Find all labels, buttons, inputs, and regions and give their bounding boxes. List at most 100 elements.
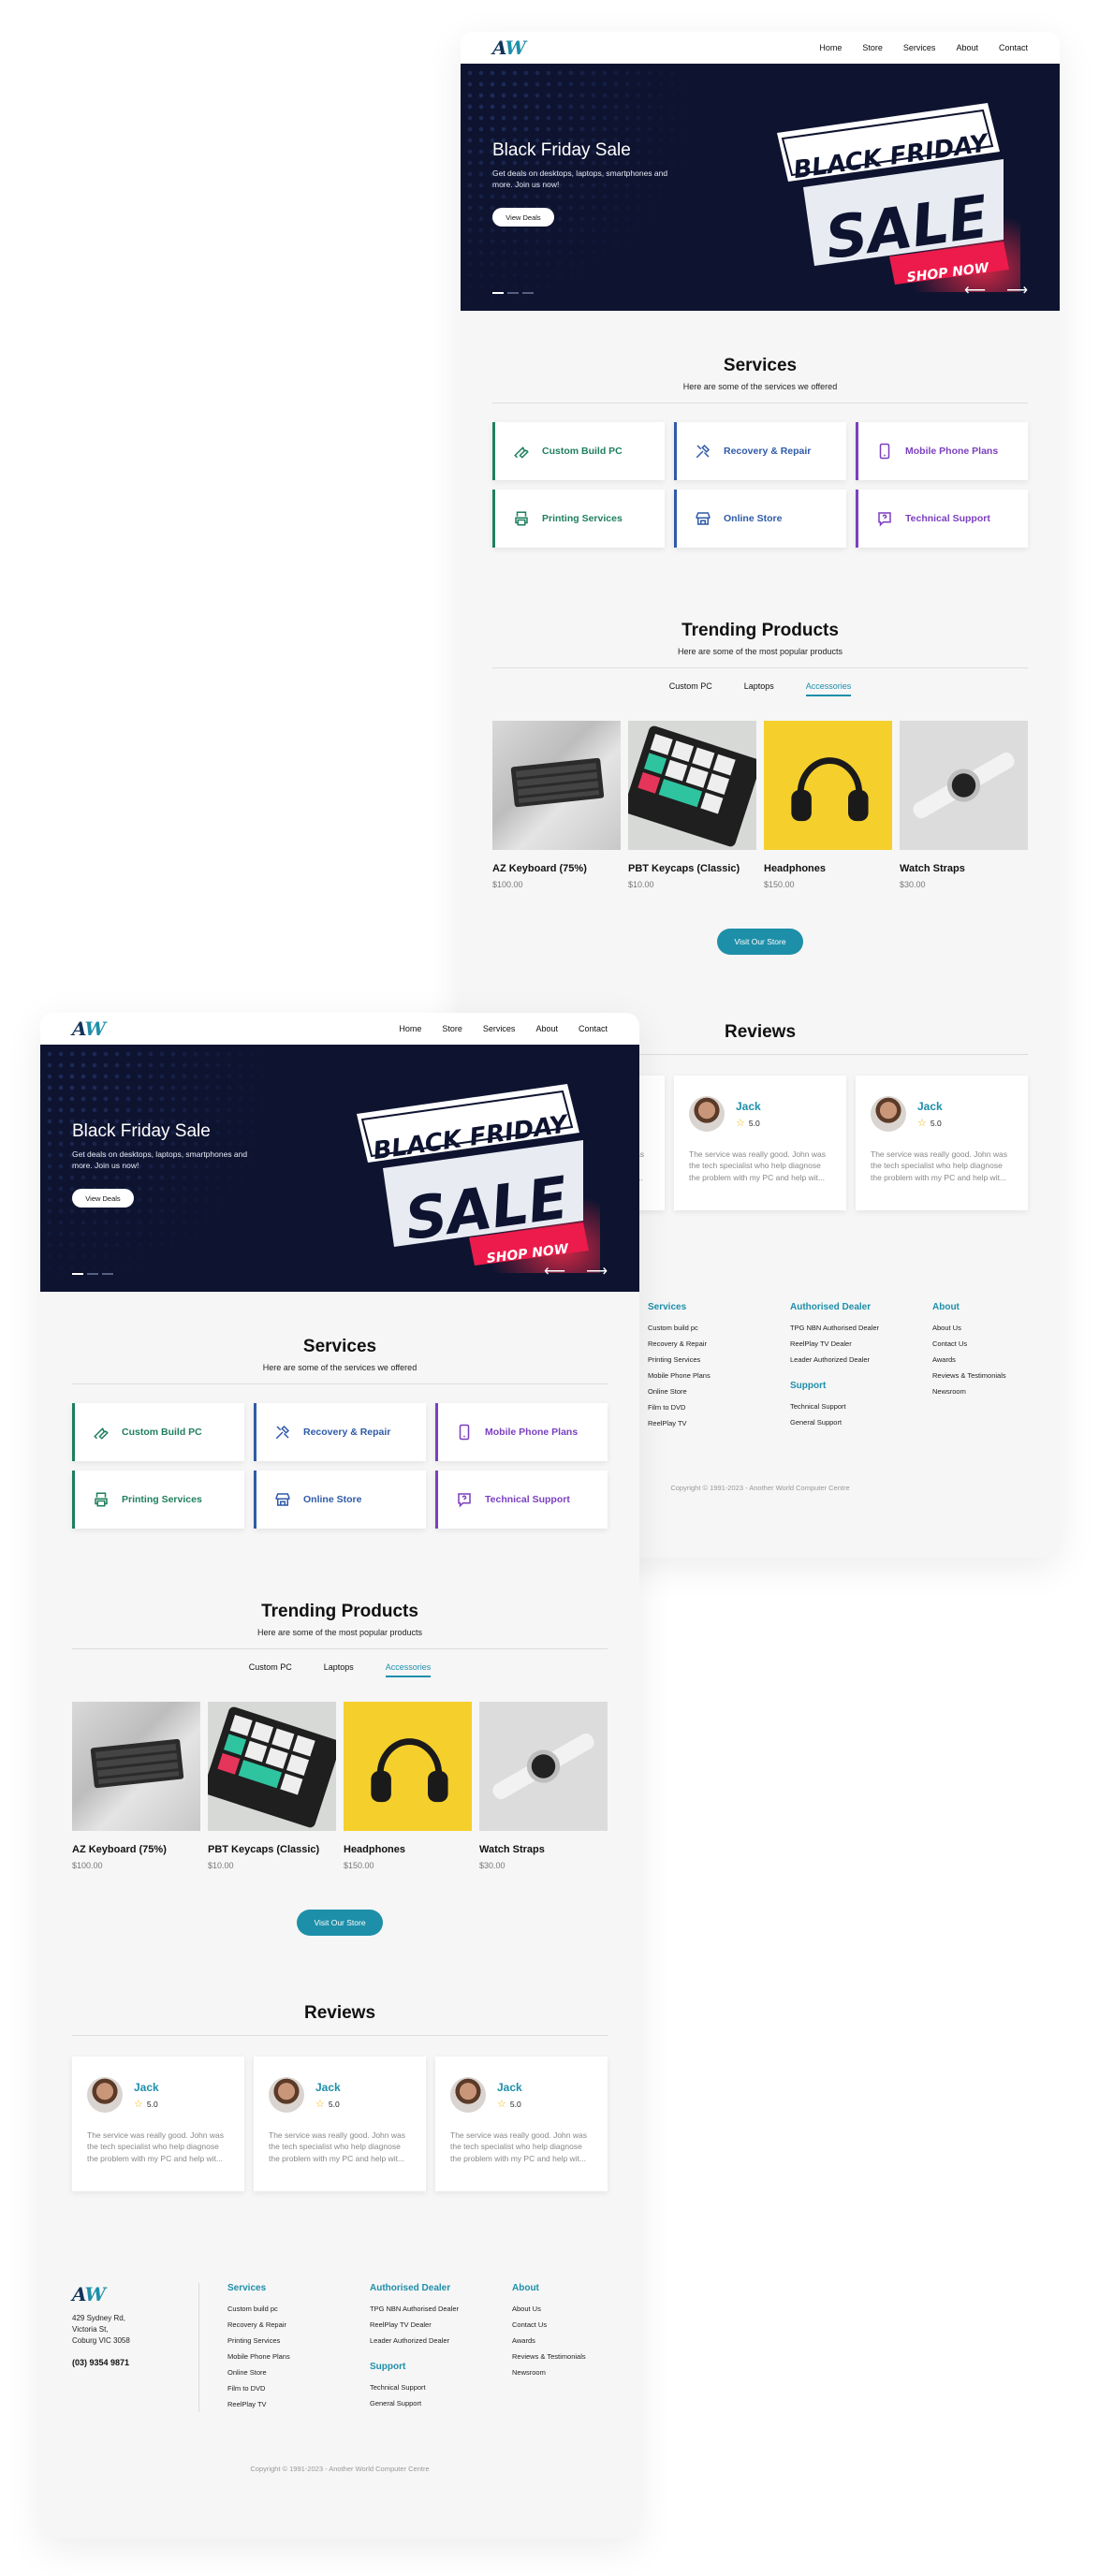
footer-link[interactable]: Newsroom (932, 1383, 1045, 1399)
pager-dot-3[interactable] (102, 1273, 113, 1275)
product-card[interactable]: PBT Keycaps (Classic) $10.00 (628, 721, 756, 889)
service-printing[interactable]: Printing Services (72, 1471, 244, 1529)
service-mobile-phone-plans[interactable]: Mobile Phone Plans (856, 422, 1028, 480)
footer-link[interactable]: Contact Us (512, 2317, 624, 2333)
review-card[interactable]: Jack ☆5.0 The service was really good. J… (856, 1076, 1028, 1210)
product-name[interactable]: PBT Keycaps (Classic) (628, 863, 756, 874)
service-technical-support[interactable]: Technical Support (856, 490, 1028, 548)
service-recovery-repair[interactable]: Recovery & Repair (254, 1403, 426, 1461)
nav-store[interactable]: Store (442, 1024, 462, 1033)
footer-link[interactable]: Newsroom (512, 2364, 624, 2380)
footer-link[interactable]: TPG NBN Authorised Dealer (790, 1320, 904, 1336)
review-card[interactable]: Jack ☆5.0 The service was really good. J… (72, 2056, 244, 2191)
nav-contact[interactable]: Contact (999, 43, 1028, 52)
arrow-left-icon[interactable]: ⟵ (964, 281, 986, 300)
pager-dot-2[interactable] (87, 1273, 98, 1275)
footer-link[interactable]: Film to DVD (227, 2380, 342, 2396)
black-friday-sale-graphic[interactable]: BLACK FRIDAY SALE SHOP NOW (338, 1067, 600, 1273)
service-recovery-repair[interactable]: Recovery & Repair (674, 422, 846, 480)
product-card[interactable]: AZ Keyboard (75%) $100.00 (72, 1702, 200, 1870)
footer-link[interactable]: ReelPlay TV Dealer (790, 1336, 904, 1352)
pager-dot-1[interactable] (492, 292, 504, 294)
nav-services[interactable]: Services (903, 43, 936, 52)
service-custom-build-pc[interactable]: Custom Build PC (492, 422, 665, 480)
arrow-right-icon[interactable]: ⟶ (586, 1262, 608, 1281)
nav-home[interactable]: Home (399, 1024, 421, 1033)
tab-laptops[interactable]: Laptops (744, 681, 774, 696)
footer-link[interactable]: About Us (932, 1320, 1045, 1336)
product-card[interactable]: Watch Straps $30.00 (900, 721, 1028, 889)
footer-link[interactable]: About Us (512, 2301, 624, 2317)
footer-link[interactable]: Leader Authorized Dealer (790, 1352, 904, 1368)
footer-link[interactable]: Mobile Phone Plans (227, 2349, 342, 2364)
pager-dot-2[interactable] (507, 292, 519, 294)
footer-link[interactable]: Printing Services (227, 2333, 342, 2349)
footer-link[interactable]: Online Store (227, 2364, 342, 2380)
footer-logo[interactable]: AW (72, 2283, 189, 2305)
keycaps-image[interactable] (628, 721, 756, 850)
review-card[interactable]: Jack ☆5.0 The service was really good. J… (435, 2056, 608, 2191)
footer-link[interactable]: Reviews & Testimonials (512, 2349, 624, 2364)
footer-link[interactable]: Recovery & Repair (648, 1336, 762, 1352)
nav-store[interactable]: Store (862, 43, 883, 52)
service-mobile-phone-plans[interactable]: Mobile Phone Plans (435, 1403, 608, 1461)
headphones-image[interactable] (764, 721, 892, 850)
product-card[interactable]: Headphones $150.00 (764, 721, 892, 889)
product-card[interactable]: Watch Straps $30.00 (479, 1702, 608, 1870)
site-logo[interactable]: AW (72, 1017, 106, 1040)
footer-link[interactable]: Reviews & Testimonials (932, 1368, 1045, 1383)
pager-dot-3[interactable] (522, 292, 534, 294)
review-card[interactable]: Jack ☆5.0 The service was really good. J… (674, 1076, 846, 1210)
product-card[interactable]: AZ Keyboard (75%) $100.00 (492, 721, 621, 889)
visit-store-button[interactable]: Visit Our Store (717, 929, 803, 955)
tab-custom-pc[interactable]: Custom PC (669, 681, 712, 696)
service-online-store[interactable]: Online Store (254, 1471, 426, 1529)
product-name[interactable]: Watch Straps (479, 1844, 608, 1855)
footer-link[interactable]: Film to DVD (648, 1399, 762, 1415)
product-name[interactable]: AZ Keyboard (75%) (492, 863, 621, 874)
black-friday-sale-graphic[interactable]: BLACK FRIDAY SALE SHOP NOW (758, 86, 1020, 292)
phone-number[interactable]: (03) 9354 9871 (72, 2358, 189, 2367)
nav-home[interactable]: Home (819, 43, 842, 52)
product-card[interactable]: PBT Keycaps (Classic) $10.00 (208, 1702, 336, 1870)
product-name[interactable]: Headphones (764, 863, 892, 874)
service-custom-build-pc[interactable]: Custom Build PC (72, 1403, 244, 1461)
pager-dot-1[interactable] (72, 1273, 83, 1275)
view-deals-button[interactable]: View Deals (492, 208, 554, 227)
footer-link[interactable]: Custom build pc (648, 1320, 762, 1336)
product-name[interactable]: Headphones (344, 1844, 472, 1855)
watch-straps-image[interactable] (900, 721, 1028, 850)
tab-laptops[interactable]: Laptops (324, 1662, 354, 1677)
site-logo[interactable]: AW (492, 37, 526, 59)
footer-link[interactable]: Recovery & Repair (227, 2317, 342, 2333)
footer-link[interactable]: Online Store (648, 1383, 762, 1399)
footer-link[interactable]: Contact Us (932, 1336, 1045, 1352)
footer-link[interactable]: General Support (790, 1414, 904, 1430)
footer-link[interactable]: General Support (370, 2395, 484, 2411)
tab-accessories[interactable]: Accessories (385, 1662, 432, 1677)
footer-link[interactable]: ReelPlay TV (227, 2396, 342, 2412)
watch-straps-image[interactable] (479, 1702, 608, 1831)
product-name[interactable]: Watch Straps (900, 863, 1028, 874)
nav-about[interactable]: About (956, 43, 978, 52)
nav-contact[interactable]: Contact (579, 1024, 608, 1033)
footer-link[interactable]: TPG NBN Authorised Dealer (370, 2301, 484, 2317)
arrow-right-icon[interactable]: ⟶ (1006, 281, 1028, 300)
footer-link[interactable]: Custom build pc (227, 2301, 342, 2317)
footer-link[interactable]: Awards (932, 1352, 1045, 1368)
nav-about[interactable]: About (535, 1024, 558, 1033)
footer-link[interactable]: Technical Support (370, 2379, 484, 2395)
product-name[interactable]: PBT Keycaps (Classic) (208, 1844, 336, 1855)
product-card[interactable]: Headphones $150.00 (344, 1702, 472, 1870)
footer-link[interactable]: Mobile Phone Plans (648, 1368, 762, 1383)
service-printing[interactable]: Printing Services (492, 490, 665, 548)
footer-link[interactable]: Leader Authorized Dealer (370, 2333, 484, 2349)
nav-services[interactable]: Services (483, 1024, 516, 1033)
footer-link[interactable]: Technical Support (790, 1398, 904, 1414)
visit-store-button[interactable]: Visit Our Store (297, 1910, 383, 1936)
keyboard-image[interactable] (492, 721, 621, 850)
product-name[interactable]: AZ Keyboard (75%) (72, 1844, 200, 1855)
footer-link[interactable]: ReelPlay TV Dealer (370, 2317, 484, 2333)
tab-accessories[interactable]: Accessories (805, 681, 852, 696)
tab-custom-pc[interactable]: Custom PC (249, 1662, 292, 1677)
